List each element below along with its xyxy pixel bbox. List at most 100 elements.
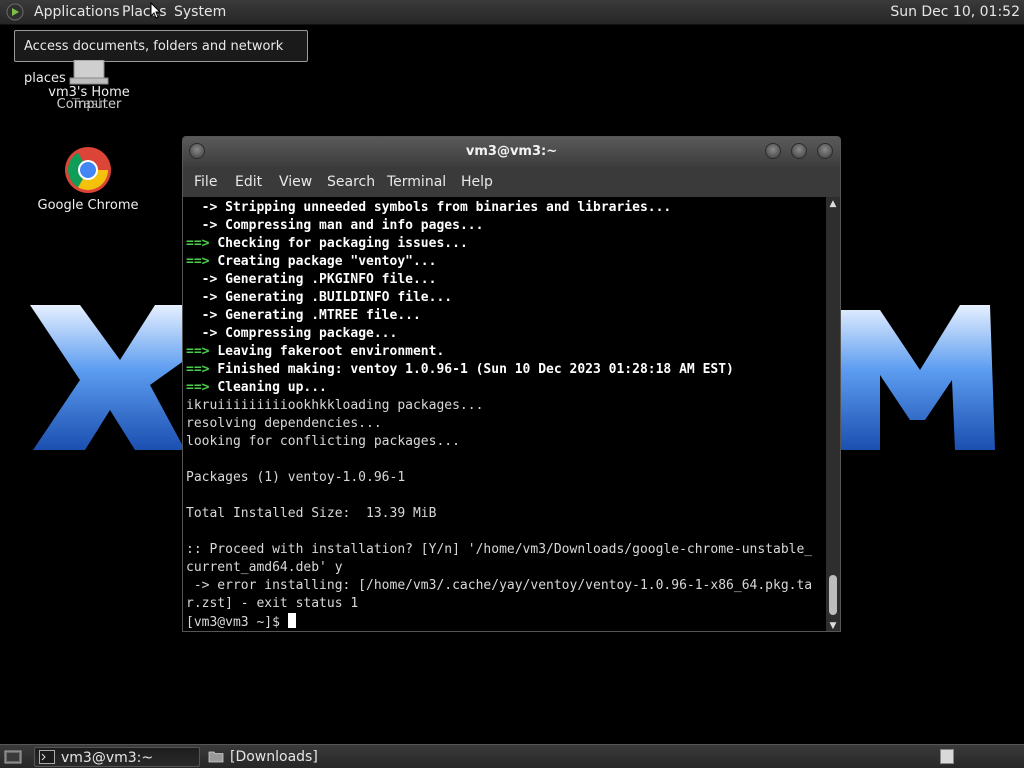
terminal-line: resolving dependencies... xyxy=(186,415,826,433)
terminal-line: ==> Finished making: ventoy 1.0.96-1 (Su… xyxy=(186,361,826,379)
terminal-line-text: r.zst] - exit status 1 xyxy=(186,596,359,611)
text-cursor xyxy=(287,613,296,628)
chrome-icon xyxy=(65,147,111,193)
terminal-line: looking for conflicting packages... xyxy=(186,433,826,451)
terminal-line-text: ikruiiiiiiiiiookhkkloading packages... xyxy=(186,398,484,413)
terminal-line-prefix: -> xyxy=(186,290,226,305)
terminal-line: -> Generating .BUILDINFO file... xyxy=(186,289,826,307)
task-terminal[interactable]: vm3@vm3:~ xyxy=(34,747,200,767)
terminal-line-text: Creating package "ventoy"... xyxy=(217,254,437,269)
desktop-icon-google-chrome[interactable]: Google Chrome xyxy=(33,146,143,213)
terminal-line-text: Compressing man and info pages... xyxy=(225,218,484,233)
terminal-line-prefix: ==> xyxy=(186,236,218,251)
terminal-line-text: looking for conflicting packages... xyxy=(186,434,460,449)
terminal-line: ==> Creating package "ventoy"... xyxy=(186,253,826,271)
terminal-line: :: Proceed with installation? [Y/n] '/ho… xyxy=(186,541,826,559)
task-terminal-label: vm3@vm3:~ xyxy=(61,750,154,766)
terminal-line-prefix: -> xyxy=(186,218,226,233)
terminal-prompt: [vm3@vm3 ~]$ xyxy=(186,615,288,630)
terminal-line-text: Generating .MTREE file... xyxy=(225,308,421,323)
chrome-icon-label: Google Chrome xyxy=(37,198,139,213)
terminal-line-text: Leaving fakeroot environment. xyxy=(217,344,445,359)
terminal-lines: -> Stripping unneeded symbols from binar… xyxy=(186,199,826,631)
terminal-line: -> Stripping unneeded symbols from binar… xyxy=(186,199,826,217)
terminal-line: ==> Leaving fakeroot environment. xyxy=(186,343,826,361)
bottom-panel: vm3@vm3:~ [Downloads] xyxy=(0,744,1024,768)
menu-system[interactable]: System xyxy=(174,3,226,21)
xfce-logo-left-fragment xyxy=(30,305,185,450)
terminal-line-prefix: -> xyxy=(186,200,226,215)
menu-search[interactable]: Search xyxy=(327,174,375,190)
terminal-line: -> Compressing man and info pages... xyxy=(186,217,826,235)
terminal-line: r.zst] - exit status 1 xyxy=(186,595,826,613)
terminal-line-text: Stripping unneeded symbols from binaries… xyxy=(225,200,672,215)
menu-view[interactable]: View xyxy=(279,174,312,190)
menu-applications[interactable]: Applications xyxy=(34,3,120,21)
trash-icon-label: Trash xyxy=(71,97,107,112)
distro-logo-icon[interactable] xyxy=(6,3,24,21)
terminal-output[interactable]: -> Stripping unneeded symbols from binar… xyxy=(183,197,826,631)
terminal-line: ikruiiiiiiiiiookhkkloading packages... xyxy=(186,397,826,415)
scrollbar-thumb[interactable] xyxy=(829,575,837,615)
menu-file[interactable]: File xyxy=(194,174,217,190)
terminal-line: -> Compressing package... xyxy=(186,325,826,343)
terminal-line: ==> Cleaning up... xyxy=(186,379,826,397)
terminal-line-text: Compressing package... xyxy=(225,326,398,341)
terminal-line: -> Generating .MTREE file... xyxy=(186,307,826,325)
xfce-logo-right-fragment xyxy=(840,305,995,450)
desktop-icon-home[interactable]: vm3's Home Computer Trash xyxy=(34,60,144,112)
terminal-menubar: File Edit View Search Terminal Help xyxy=(183,167,840,197)
task-downloads[interactable]: [Downloads] xyxy=(204,747,370,767)
terminal-titlebar[interactable]: vm3@vm3:~ xyxy=(183,137,840,167)
panel-clock[interactable]: Sun Dec 10, 01:52 xyxy=(890,3,1020,21)
terminal-line-prefix: ==> xyxy=(186,362,218,377)
terminal-line: ==> Checking for packaging issues... xyxy=(186,235,826,253)
scroll-up-arrow-icon[interactable]: ▲ xyxy=(826,197,840,211)
menu-edit[interactable]: Edit xyxy=(235,174,262,190)
terminal-line: -> Generating .PKGINFO file... xyxy=(186,271,826,289)
maximize-button[interactable] xyxy=(791,143,807,159)
scroll-down-arrow-icon[interactable]: ▼ xyxy=(826,619,840,631)
minimize-button[interactable] xyxy=(765,143,781,159)
places-tooltip: Access documents, folders and network pl… xyxy=(14,30,308,86)
menu-help[interactable]: Help xyxy=(461,174,493,190)
menu-terminal[interactable]: Terminal xyxy=(387,174,446,190)
terminal-line-text: Finished making: ventoy 1.0.96-1 (Sun 10… xyxy=(217,362,734,377)
folder-icon xyxy=(208,751,224,763)
terminal-line-prefix: -> xyxy=(186,308,226,323)
terminal-line: Total Installed Size: 13.39 MiB xyxy=(186,505,826,523)
terminal-line-text: Cleaning up... xyxy=(217,380,327,395)
terminal-line-prefix: ==> xyxy=(186,344,218,359)
terminal-line-text: Packages (1) ventoy-1.0.96-1 xyxy=(186,470,406,485)
terminal-line-text: current_amd64.deb' y xyxy=(186,560,343,575)
terminal-line-prefix: -> xyxy=(186,272,226,287)
terminal-scrollbar[interactable]: ▲ ▼ xyxy=(826,197,840,631)
computer-icon xyxy=(69,60,109,85)
terminal-line-prefix: -> xyxy=(186,326,226,341)
terminal-line-text: resolving dependencies... xyxy=(186,416,382,431)
terminal-line-text: Generating .PKGINFO file... xyxy=(225,272,437,287)
terminal-line-prefix: ==> xyxy=(186,380,218,395)
show-desktop-icon[interactable] xyxy=(4,749,22,765)
terminal-title: vm3@vm3:~ xyxy=(465,144,558,159)
terminal-line-text: -> error installing: [/home/vm3/.cache/y… xyxy=(186,578,813,593)
terminal-line-text: Generating .BUILDINFO file... xyxy=(225,290,453,305)
terminal-line-text: Checking for packaging issues... xyxy=(217,236,468,251)
terminal-line-prefix: ==> xyxy=(186,254,218,269)
terminal-line: -> error installing: [/home/vm3/.cache/y… xyxy=(186,577,826,595)
terminal-window[interactable]: vm3@vm3:~ File Edit View Search Terminal… xyxy=(182,136,841,632)
terminal-line-text: Total Installed Size: 13.39 MiB xyxy=(186,506,437,521)
desktop: Applications Places System Sun Dec 10, 0… xyxy=(0,0,1024,768)
terminal-line: current_amd64.deb' y xyxy=(186,559,826,577)
task-downloads-label: [Downloads] xyxy=(230,749,318,765)
workspace-switcher[interactable] xyxy=(940,749,954,764)
close-button[interactable] xyxy=(817,143,833,159)
mouse-cursor-icon xyxy=(150,2,162,19)
terminal-task-icon xyxy=(39,750,55,764)
terminal-line-text: :: Proceed with installation? [Y/n] '/ho… xyxy=(186,542,813,557)
terminal-prompt-line[interactable]: [vm3@vm3 ~]$ xyxy=(186,613,826,631)
terminal-line: Packages (1) ventoy-1.0.96-1 xyxy=(186,469,826,487)
